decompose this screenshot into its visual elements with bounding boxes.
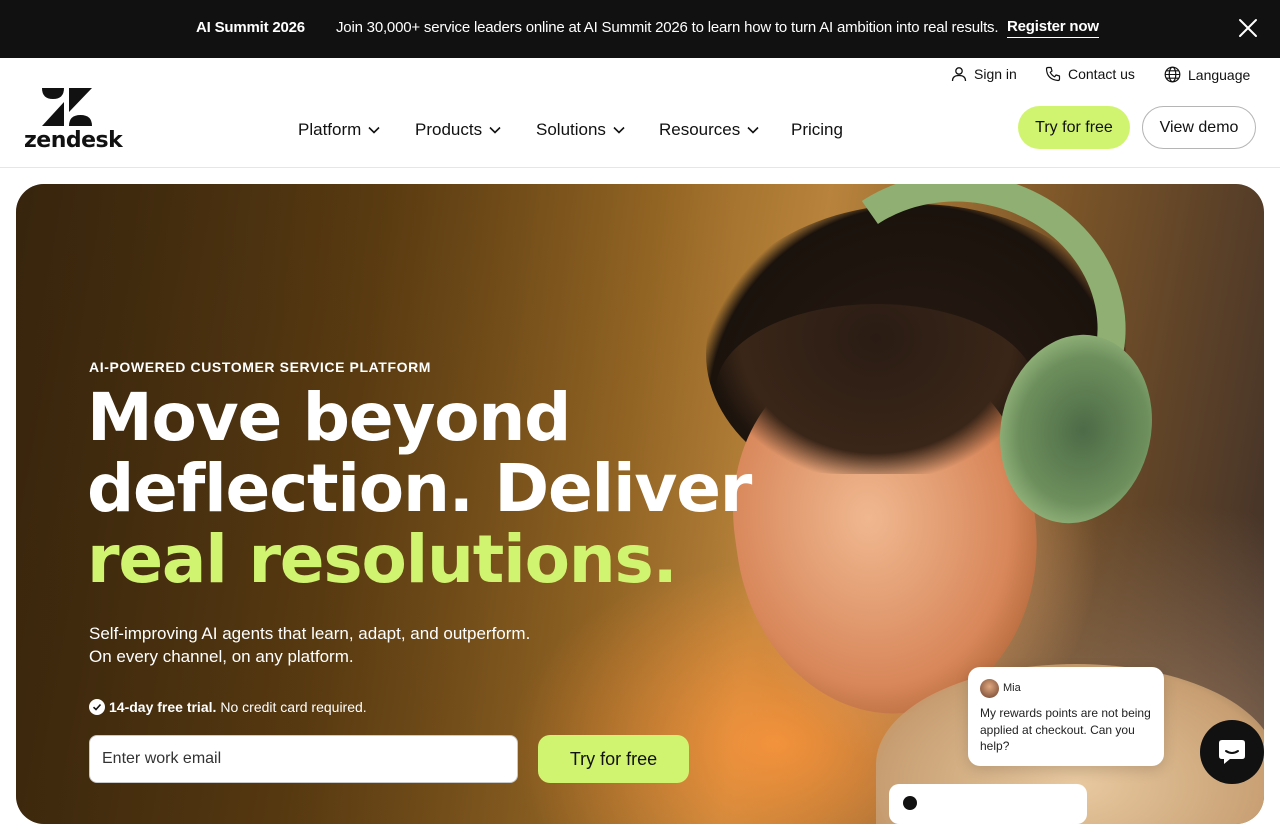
- chat-reply-card: [889, 784, 1087, 824]
- chevron-down-icon: [747, 126, 759, 134]
- chat-bubble-icon: [1219, 740, 1245, 764]
- nav-solutions-label: Solutions: [536, 120, 606, 139]
- zendesk-logo-mark-icon: [42, 88, 92, 126]
- chat-message: My rewards points are not being applied …: [980, 706, 1151, 753]
- sign-in-link[interactable]: Sign in: [951, 66, 1017, 82]
- hero-headline-line2: deflection. Deliver: [87, 450, 752, 527]
- language-label: Language: [1188, 66, 1251, 83]
- nav-resources-label: Resources: [659, 120, 741, 139]
- chat-launcher-button[interactable]: [1200, 720, 1264, 784]
- nav-platform-label: Platform: [298, 120, 362, 139]
- announcement-bar: AI Summit 2026 Join 30,000+ service lead…: [0, 0, 1280, 58]
- reply-avatar: [903, 796, 917, 810]
- nav-pricing-label: Pricing: [791, 120, 843, 139]
- register-now-link[interactable]: Register now: [1007, 18, 1099, 38]
- person-icon: [951, 67, 967, 82]
- view-demo-button[interactable]: View demo: [1142, 106, 1256, 149]
- nav-platform[interactable]: Platform: [298, 120, 381, 140]
- hero-headline: Move beyond deflection. Deliver real res…: [87, 379, 752, 598]
- trial-rest: No credit card required.: [220, 699, 367, 715]
- hero-eyebrow: AI-POWERED CUSTOMER SERVICE PLATFORM: [89, 359, 432, 375]
- nav-resources[interactable]: Resources: [659, 120, 760, 140]
- chat-sender-name: Mia: [1003, 682, 1021, 694]
- nav-pricing[interactable]: Pricing: [791, 120, 843, 140]
- hero-try-for-free-button[interactable]: Try for free: [538, 735, 689, 783]
- checkmark-icon: [89, 699, 105, 715]
- try-for-free-button[interactable]: Try for free: [1018, 106, 1130, 149]
- nav-solutions[interactable]: Solutions: [536, 120, 626, 140]
- phone-icon: [1045, 66, 1061, 82]
- announcement-text: Join 30,000+ service leaders online at A…: [336, 19, 999, 36]
- work-email-input[interactable]: [89, 735, 518, 783]
- zendesk-logo[interactable]: zendesk: [24, 88, 123, 153]
- sign-in-label: Sign in: [974, 66, 1017, 82]
- logo-wordmark: zendesk: [24, 128, 123, 153]
- chevron-down-icon: [613, 126, 625, 134]
- contact-us-link[interactable]: Contact us: [1045, 66, 1135, 82]
- globe-icon: [1164, 66, 1181, 83]
- avatar: [980, 679, 999, 698]
- hero-subtitle: Self-improving AI agents that learn, ada…: [89, 622, 530, 668]
- hero-headline-line1: Move beyond: [87, 379, 571, 456]
- chevron-down-icon: [368, 126, 380, 134]
- site-header: zendesk Sign in Contact us Language Plat…: [0, 58, 1280, 168]
- chevron-down-icon: [489, 126, 501, 134]
- language-selector[interactable]: Language: [1164, 66, 1250, 83]
- chat-preview-card: Mia My rewards points are not being appl…: [968, 667, 1164, 766]
- hero-subtitle-line2: On every channel, on any platform.: [89, 647, 354, 666]
- close-icon[interactable]: [1236, 16, 1260, 40]
- hero-section: AI-POWERED CUSTOMER SERVICE PLATFORM Mov…: [16, 184, 1264, 824]
- hero-headline-accent: real resolutions.: [87, 521, 678, 598]
- contact-us-label: Contact us: [1068, 66, 1135, 82]
- trial-note: 14-day free trial. No credit card requir…: [89, 699, 367, 715]
- nav-products-label: Products: [415, 120, 483, 139]
- announcement-title: AI Summit 2026: [196, 19, 305, 36]
- nav-products[interactable]: Products: [415, 120, 502, 140]
- hero-subtitle-line1: Self-improving AI agents that learn, ada…: [89, 624, 531, 643]
- trial-bold: 14-day free trial.: [109, 699, 217, 715]
